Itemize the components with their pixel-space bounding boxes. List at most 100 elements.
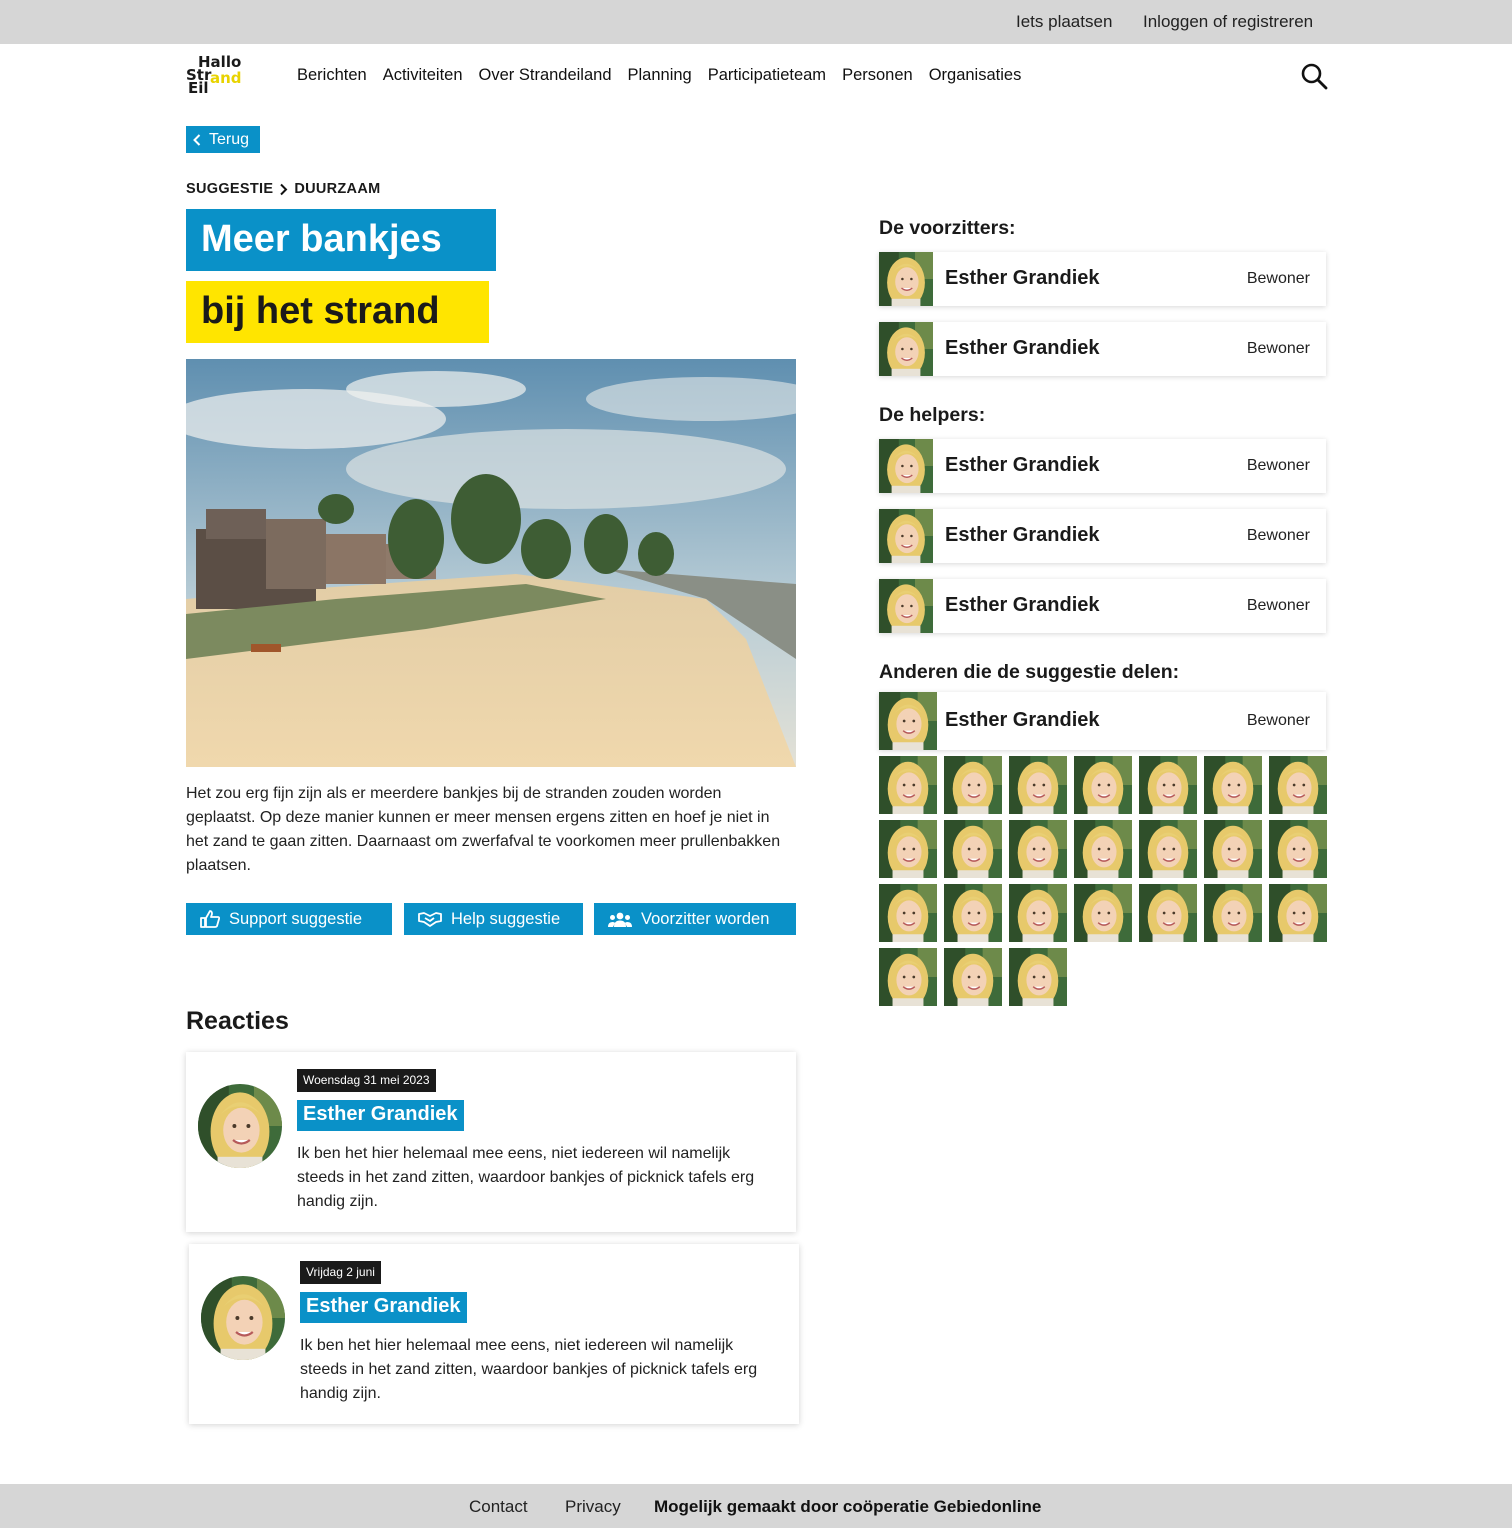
- person-role: Bewoner: [1246, 457, 1310, 474]
- sharer-avatar[interactable]: [1009, 948, 1067, 1006]
- sharer-avatar[interactable]: [1074, 756, 1132, 814]
- footer-credit: Mogelijk gemaakt door coöperatie Gebiedo…: [654, 1497, 1042, 1516]
- sharer-avatar[interactable]: [1074, 820, 1132, 878]
- person-name: Esther Grandiek: [945, 337, 1100, 359]
- avatar[interactable]: [198, 1084, 282, 1168]
- footer-contact-link[interactable]: Contact: [469, 1497, 528, 1517]
- person-role: Bewoner: [1246, 270, 1310, 287]
- nav-personen[interactable]: Personen: [842, 66, 913, 85]
- person-name: Esther Grandiek: [945, 709, 1100, 731]
- logo-eil: Eil: [188, 79, 209, 97]
- sharer-avatar[interactable]: [1139, 756, 1197, 814]
- helper-card[interactable]: Esther Grandiek Bewoner: [879, 439, 1326, 493]
- sharer-avatar[interactable]: [1139, 884, 1197, 942]
- breadcrumb-category[interactable]: SUGGESTIE: [186, 181, 273, 197]
- comment-date: Vrijdag 2 juni: [300, 1261, 381, 1284]
- avatar: [879, 439, 933, 493]
- nav-participatieteam[interactable]: Participatieteam: [708, 66, 826, 85]
- back-button[interactable]: Terug: [186, 126, 260, 153]
- sharer-avatar[interactable]: [1269, 884, 1327, 942]
- users-icon: [608, 912, 632, 927]
- sharer-avatar[interactable]: [944, 756, 1002, 814]
- comments-heading: Reacties: [186, 1007, 289, 1035]
- sharer-avatar[interactable]: [1269, 756, 1327, 814]
- top-utility-bar: Iets plaatsen Inloggen of registreren: [0, 0, 1512, 44]
- sharer-avatar[interactable]: [944, 948, 1002, 1006]
- helper-card[interactable]: Esther Grandiek Bewoner: [879, 579, 1326, 633]
- sharer-avatar[interactable]: [879, 820, 937, 878]
- handshake-icon: [418, 912, 442, 927]
- person-role: Bewoner: [1246, 712, 1310, 729]
- sharer-avatar[interactable]: [1139, 820, 1197, 878]
- avatar: [879, 322, 933, 376]
- comment-author[interactable]: Esther Grandiek: [300, 1292, 467, 1323]
- sharer-avatar[interactable]: [1204, 884, 1262, 942]
- person-name: Esther Grandiek: [945, 267, 1100, 289]
- footer-privacy-link[interactable]: Privacy: [565, 1497, 621, 1517]
- footer: Contact Privacy Mogelijk gemaakt door co…: [0, 1484, 1512, 1528]
- nav-over-strandeiland[interactable]: Over Strandeiland: [479, 66, 612, 85]
- breadcrumb: SUGGESTIE DUURZAAM: [186, 181, 380, 197]
- person-role: Bewoner: [1246, 597, 1310, 614]
- page-title-line-1: Meer bankjes: [186, 209, 496, 271]
- helper-card[interactable]: Esther Grandiek Bewoner: [879, 509, 1326, 563]
- sharer-avatar[interactable]: [879, 884, 937, 942]
- sharer-avatar[interactable]: [879, 756, 937, 814]
- comment-card: Woensdag 31 mei 2023 Esther Grandiek Ik …: [186, 1052, 796, 1232]
- chairs-heading: De voorzitters:: [879, 217, 1016, 239]
- nav-planning[interactable]: Planning: [628, 66, 692, 85]
- search-icon[interactable]: [1300, 62, 1328, 90]
- person-role: Bewoner: [1246, 527, 1310, 544]
- main-nav: Berichten Activiteiten Over Strandeiland…: [297, 66, 1021, 85]
- sharer-avatar[interactable]: [1204, 756, 1262, 814]
- nav-berichten[interactable]: Berichten: [297, 66, 367, 85]
- comment-author[interactable]: Esther Grandiek: [297, 1100, 464, 1131]
- sharers-heading: Anderen die de suggestie delen:: [879, 661, 1180, 683]
- sharer-avatar[interactable]: [944, 820, 1002, 878]
- become-chair-button[interactable]: Voorzitter worden: [594, 903, 796, 935]
- sharer-card[interactable]: Esther Grandiek Bewoner: [879, 692, 1326, 750]
- chevron-left-icon: [193, 133, 201, 146]
- avatar: [879, 509, 933, 563]
- helpers-heading: De helpers:: [879, 404, 986, 426]
- chair-card[interactable]: Esther Grandiek Bewoner: [879, 322, 1326, 376]
- person-name: Esther Grandiek: [945, 524, 1100, 546]
- avatar: [879, 692, 937, 750]
- hero-image: [186, 359, 796, 767]
- help-label: Help suggestie: [451, 909, 561, 928]
- thumbs-up-icon: [200, 910, 220, 928]
- sharer-avatar[interactable]: [944, 884, 1002, 942]
- support-label: Support suggestie: [229, 909, 363, 928]
- sharers-avatar-grid: [879, 756, 1326, 1006]
- sharer-avatar[interactable]: [1009, 884, 1067, 942]
- back-label: Terug: [209, 130, 250, 148]
- sharer-avatar[interactable]: [1269, 820, 1327, 878]
- comment-text: Ik ben het hier helemaal mee eens, niet …: [297, 1145, 755, 1210]
- comment-card: Vrijdag 2 juni Esther Grandiek Ik ben he…: [189, 1244, 799, 1424]
- sharer-avatar[interactable]: [1074, 884, 1132, 942]
- chair-card[interactable]: Esther Grandiek Bewoner: [879, 252, 1326, 306]
- login-register-link[interactable]: Inloggen of registreren: [1143, 12, 1313, 32]
- person-name: Esther Grandiek: [945, 454, 1100, 476]
- sharer-avatar[interactable]: [1204, 820, 1262, 878]
- avatar: [879, 252, 933, 306]
- site-logo[interactable]: Hallo Str and Eil: [186, 55, 248, 99]
- sharer-avatar[interactable]: [1009, 820, 1067, 878]
- help-suggestion-button[interactable]: Help suggestie: [404, 903, 583, 935]
- logo-and: and: [210, 69, 242, 87]
- person-name: Esther Grandiek: [945, 594, 1100, 616]
- avatar: [879, 579, 933, 633]
- support-suggestion-button[interactable]: Support suggestie: [186, 903, 392, 935]
- suggestion-description: Het zou erg fijn zijn als er meerdere ba…: [186, 785, 781, 874]
- page-title-line-2: bij het strand: [186, 281, 489, 343]
- comment-date: Woensdag 31 mei 2023: [297, 1069, 436, 1092]
- sharer-avatar[interactable]: [1009, 756, 1067, 814]
- comment-text: Ik ben het hier helemaal mee eens, niet …: [300, 1337, 758, 1402]
- post-something-link[interactable]: Iets plaatsen: [1016, 12, 1112, 32]
- nav-organisaties[interactable]: Organisaties: [929, 66, 1022, 85]
- breadcrumb-subcategory[interactable]: DUURZAAM: [294, 181, 380, 197]
- nav-activiteiten[interactable]: Activiteiten: [383, 66, 463, 85]
- person-role: Bewoner: [1246, 340, 1310, 357]
- sharer-avatar[interactable]: [879, 948, 937, 1006]
- avatar[interactable]: [201, 1276, 285, 1360]
